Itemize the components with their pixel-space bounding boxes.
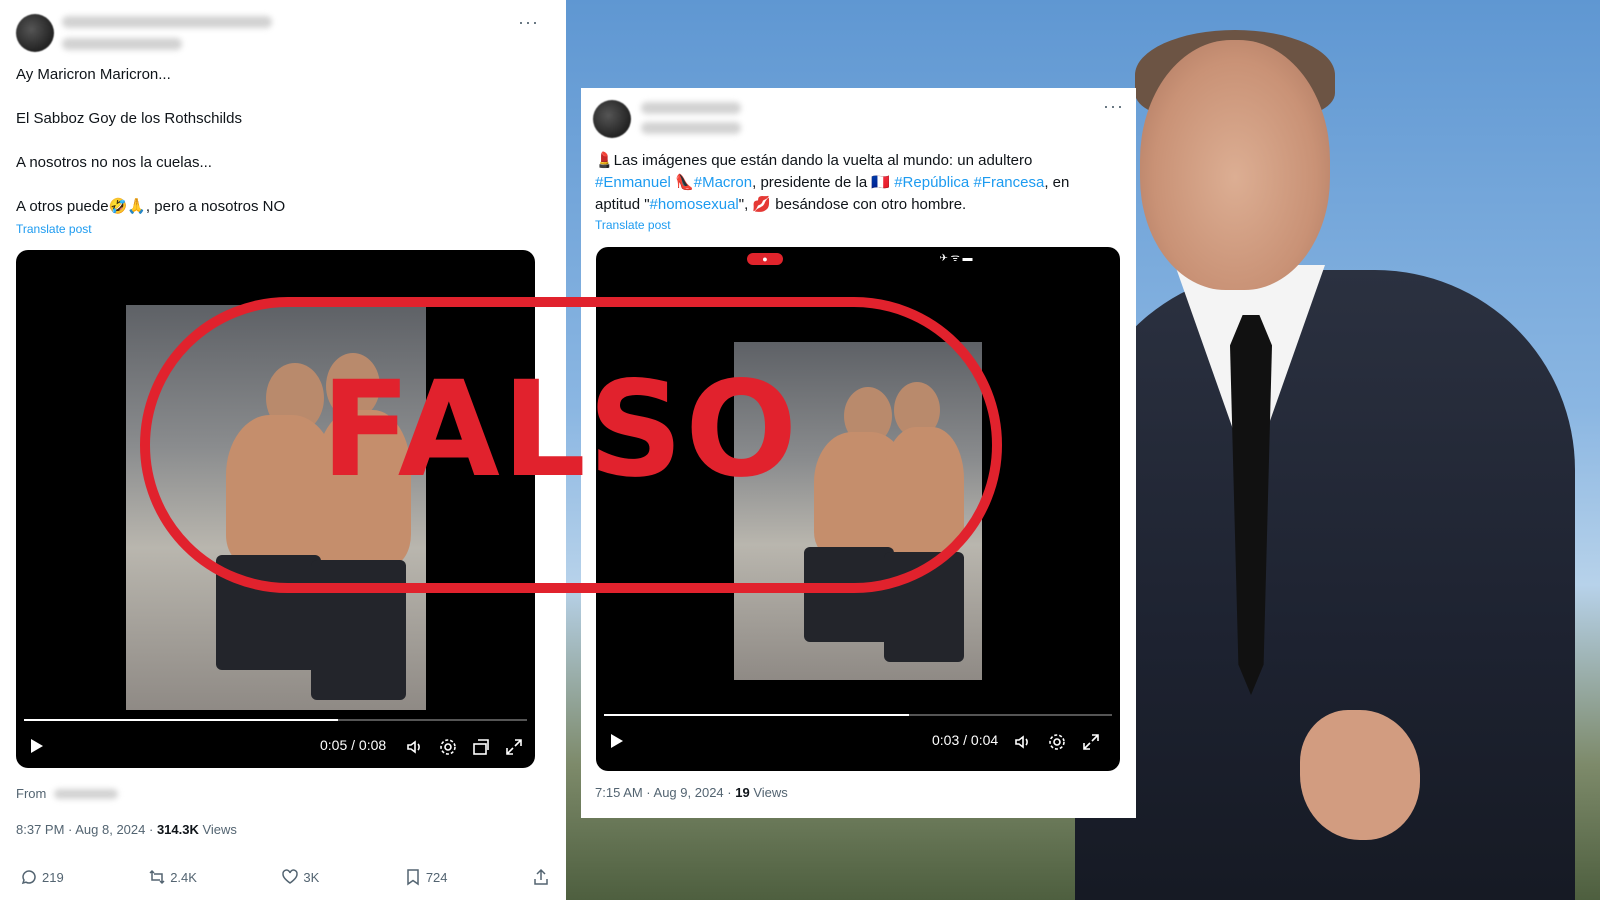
play-icon[interactable]	[28, 738, 46, 756]
tweet-text-line: aptitud "#homosexual", 💋 besándose con o…	[595, 196, 967, 213]
fullscreen-icon[interactable]	[505, 738, 523, 756]
share-button[interactable]	[532, 868, 550, 886]
record-badge-icon: ●	[747, 253, 783, 265]
play-icon[interactable]	[608, 733, 626, 751]
translate-post-link[interactable]: Translate post	[16, 222, 92, 236]
video-progress-bar[interactable]	[604, 714, 1112, 716]
tweet-timestamp: 7:15 AM · Aug 9, 2024 · 19 Views	[595, 785, 788, 800]
hashtag-link[interactable]: #República	[894, 174, 969, 191]
source-blurred[interactable]	[53, 789, 118, 799]
hashtag-link[interactable]: #Francesa	[973, 174, 1044, 191]
volume-icon[interactable]	[406, 738, 424, 756]
repost-button[interactable]: 2.4K	[148, 868, 197, 886]
tweet-text-line: Ay Maricron Maricron...	[16, 66, 171, 83]
author-handle-blurred[interactable]	[62, 38, 182, 50]
person-hand	[1300, 710, 1420, 840]
settings-gear-icon[interactable]	[1048, 733, 1066, 751]
hashtag-link[interactable]: #Macron	[694, 174, 752, 191]
author-name-blurred[interactable]	[641, 102, 741, 114]
tweet-text-line: A nosotros no nos la cuelas...	[16, 154, 212, 171]
phone-status-icons: ✈ ᯤ ▬	[939, 253, 973, 264]
pip-icon[interactable]	[472, 738, 490, 756]
tweet-actions: 219 2.4K 3K 724	[20, 868, 550, 886]
more-options-icon[interactable]: ···	[1103, 96, 1124, 117]
tweet-text-line: El Sabboz Goy de los Rothschilds	[16, 110, 242, 127]
hashtag-link[interactable]: #homosexual	[650, 196, 739, 213]
repost-count: 2.4K	[170, 869, 197, 885]
tweet-text-line: A otros puede🤣🙏, pero a nosotros NO	[16, 198, 286, 215]
reply-icon	[21, 870, 36, 885]
like-button[interactable]: 3K	[281, 868, 319, 886]
author-handle-blurred[interactable]	[641, 122, 741, 134]
more-options-icon[interactable]: ···	[518, 12, 539, 33]
avatar[interactable]	[593, 100, 631, 138]
heart-icon	[282, 869, 299, 884]
translate-post-link[interactable]: Translate post	[595, 218, 671, 232]
video-progress-bar[interactable]	[24, 719, 527, 721]
video-time: 0:03 / 0:04	[932, 732, 999, 748]
fullscreen-icon[interactable]	[1082, 733, 1100, 751]
bookmark-button[interactable]: 724	[404, 868, 448, 886]
bookmark-icon	[407, 869, 419, 886]
falso-stamp-text: FALSO	[320, 353, 800, 507]
like-count: 3K	[303, 869, 320, 885]
repost-icon	[149, 869, 165, 885]
reply-count: 219	[42, 869, 64, 885]
tweet-text-line: 💄Las imágenes que están dando la vuelta …	[595, 152, 1033, 169]
person-head	[1140, 40, 1330, 290]
tweet-text-line: #Enmanuel 👠#Macron, presidente de la 🇫🇷 …	[595, 174, 1070, 191]
settings-gear-icon[interactable]	[439, 738, 457, 756]
views-count: 314.3K	[156, 822, 199, 837]
author-name-blurred[interactable]	[62, 16, 272, 28]
from-label: From	[16, 786, 118, 801]
hashtag-link[interactable]: #Enmanuel	[595, 174, 671, 191]
bookmark-count: 724	[425, 869, 448, 885]
views-count: 19	[735, 785, 750, 800]
tweet-timestamp: 8:37 PM · Aug 8, 2024 · 314.3K Views	[16, 822, 237, 837]
video-time: 0:05 / 0:08	[320, 737, 387, 753]
volume-icon[interactable]	[1014, 733, 1032, 751]
share-icon	[534, 868, 548, 885]
avatar[interactable]	[16, 14, 54, 52]
reply-button[interactable]: 219	[20, 868, 64, 886]
